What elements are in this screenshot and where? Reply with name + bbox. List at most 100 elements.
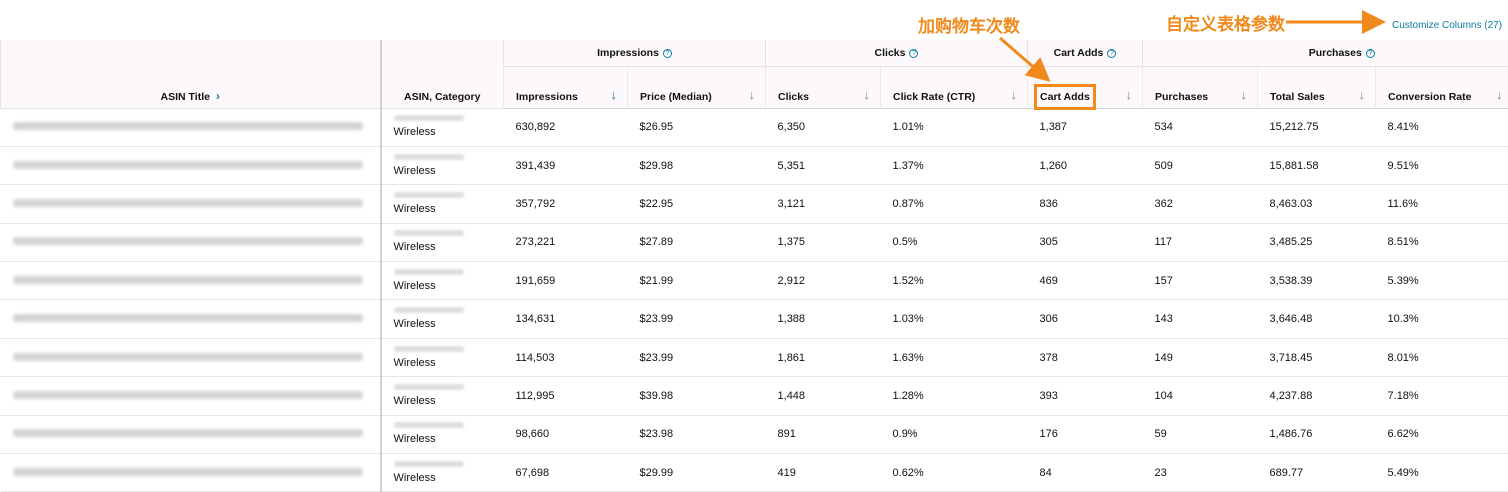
sort-down-icon[interactable]: ↓: [1241, 87, 1248, 102]
asin-title-cell[interactable]: [0, 184, 382, 224]
cell-conversion: 9.51%: [1375, 146, 1508, 186]
asin-title-cell[interactable]: [0, 108, 382, 147]
cell-price: $29.98: [627, 146, 766, 186]
asin-title-cell[interactable]: [0, 415, 382, 455]
asin-title-cell[interactable]: [0, 338, 382, 378]
customize-columns-link[interactable]: Customize Columns (27): [1392, 20, 1502, 31]
redacted-asin: [393, 383, 464, 390]
cell-price: $29.99: [627, 453, 766, 492]
group-impressions: Impressions?: [502, 40, 766, 67]
sort-down-icon[interactable]: ↓: [1126, 87, 1133, 102]
cell-clicks: 5,351: [765, 146, 881, 186]
cell-ctr: 1.03%: [880, 299, 1028, 339]
redacted-title: [12, 122, 363, 131]
cell-purchases: 157: [1142, 261, 1258, 301]
redacted-asin: [393, 268, 464, 275]
sort-down-icon[interactable]: ↓: [864, 87, 871, 102]
col-total-sales[interactable]: Total Sales ↓: [1257, 66, 1376, 109]
asin-title-cell[interactable]: [0, 376, 382, 416]
cell-impressions: 114,503: [503, 338, 628, 378]
asin-title-cell[interactable]: [0, 453, 382, 492]
cell-purchases: 59: [1142, 415, 1258, 455]
table-row[interactable]: Wireless 630,892 $26.95 6,350 1.01% 1,387 534 1…: [0, 108, 1508, 147]
col-cart-adds[interactable]: Cart Adds ↓: [1027, 66, 1143, 109]
cell-price: $21.99: [627, 261, 766, 301]
annotation-cart-adds: 加购物车次数: [918, 17, 1020, 37]
table-row[interactable]: Wireless 191,659 $21.99 2,912 1.52% 469 157 3,5…: [0, 261, 1508, 301]
cell-impressions: 191,659: [503, 261, 628, 301]
asin-category-cell: Wireless: [380, 146, 504, 186]
asin-title-cell[interactable]: [0, 299, 382, 339]
table-row[interactable]: Wireless 273,221 $27.89 1,375 0.5% 305 117 3,48…: [0, 223, 1508, 263]
cell-clicks: 419: [765, 453, 881, 492]
cell-ctr: 0.9%: [880, 415, 1028, 455]
info-icon[interactable]: ?: [1365, 48, 1375, 58]
redacted-title: [12, 275, 363, 284]
chevron-right-icon[interactable]: ›: [216, 89, 220, 103]
redacted-title: [12, 352, 363, 361]
cell-total-sales: 689.77: [1257, 453, 1376, 492]
table-row[interactable]: Wireless 98,660 $23.98 891 0.9% 176 59 1,486.76…: [0, 415, 1508, 455]
asin-title-cell[interactable]: [0, 223, 382, 263]
cell-purchases: 23: [1142, 453, 1258, 492]
redacted-asin: [393, 307, 464, 314]
info-icon[interactable]: ?: [662, 48, 672, 58]
cell-impressions: 273,221: [503, 223, 628, 263]
cell-price: $23.98: [627, 415, 766, 455]
asin-title-cell[interactable]: [0, 261, 382, 301]
info-icon[interactable]: ?: [1107, 48, 1117, 58]
cell-cart-adds: 393: [1027, 376, 1143, 416]
cell-purchases: 143: [1142, 299, 1258, 339]
cell-impressions: 134,631: [503, 299, 628, 339]
search-query-table: ASIN Title › ASIN, Category Impressions? …: [0, 40, 1508, 492]
table-row[interactable]: Wireless 391,439 $29.98 5,351 1.37% 1,260 509 1…: [0, 146, 1508, 186]
cell-impressions: 630,892: [503, 108, 628, 147]
table-row[interactable]: Wireless 112,995 $39.98 1,448 1.28% 393 104 4,2…: [0, 376, 1508, 416]
asin-title-cell[interactable]: [0, 146, 382, 186]
asin-category-cell: Wireless: [380, 223, 504, 263]
cell-clicks: 1,375: [765, 223, 881, 263]
cell-ctr: 1.28%: [880, 376, 1028, 416]
sort-down-icon[interactable]: ↓: [749, 87, 756, 102]
cell-impressions: 98,660: [503, 415, 628, 455]
col-clicks[interactable]: Clicks ↓: [765, 66, 881, 109]
cell-ctr: 1.37%: [880, 146, 1028, 186]
asin-category-cell: Wireless: [380, 299, 504, 339]
info-icon[interactable]: ?: [909, 48, 919, 58]
cell-purchases: 509: [1142, 146, 1258, 186]
cell-ctr: 0.87%: [880, 184, 1028, 224]
sort-down-icon[interactable]: ↓: [1359, 87, 1366, 102]
cell-cart-adds: 836: [1027, 184, 1143, 224]
col-purchases[interactable]: Purchases ↓: [1142, 66, 1258, 109]
redacted-asin: [393, 460, 464, 467]
cell-clicks: 1,448: [765, 376, 881, 416]
sort-down-icon[interactable]: ↓: [611, 87, 618, 102]
cell-clicks: 2,912: [765, 261, 881, 301]
col-conversion-rate[interactable]: Conversion Rate ↓: [1375, 66, 1508, 109]
col-click-rate[interactable]: Click Rate (CTR) ↓: [880, 66, 1028, 109]
redacted-asin: [393, 345, 464, 352]
col-asin-title[interactable]: ASIN Title ›: [0, 40, 382, 109]
table-row[interactable]: Wireless 134,631 $23.99 1,388 1.03% 306 143 3,6…: [0, 299, 1508, 339]
cell-cart-adds: 1,260: [1027, 146, 1143, 186]
cell-cart-adds: 378: [1027, 338, 1143, 378]
cell-purchases: 104: [1142, 376, 1258, 416]
cell-conversion: 10.3%: [1375, 299, 1508, 339]
col-price-median[interactable]: Price (Median) ↓: [626, 66, 766, 109]
table-row[interactable]: Wireless 357,792 $22.95 3,121 0.87% 836 362 8,4…: [0, 184, 1508, 224]
sort-down-icon[interactable]: ↓: [1496, 87, 1503, 102]
table-row[interactable]: Wireless 114,503 $23.99 1,861 1.63% 378 149 3,7…: [0, 338, 1508, 378]
cell-cart-adds: 306: [1027, 299, 1143, 339]
cell-total-sales: 8,463.03: [1257, 184, 1376, 224]
cell-conversion: 8.51%: [1375, 223, 1508, 263]
cell-purchases: 149: [1142, 338, 1258, 378]
asin-category-cell: Wireless: [380, 453, 504, 492]
cell-conversion: 8.41%: [1375, 108, 1508, 147]
cell-impressions: 112,995: [503, 376, 628, 416]
cell-price: $26.95: [627, 108, 766, 147]
sort-down-icon[interactable]: ↓: [1011, 87, 1018, 102]
group-cart-adds: Cart Adds?: [1027, 40, 1143, 67]
asin-category-cell: Wireless: [380, 338, 504, 378]
col-impressions[interactable]: Impressions ↓: [503, 66, 628, 109]
table-row[interactable]: Wireless 67,698 $29.99 419 0.62% 84 23 689.77 5.…: [0, 453, 1508, 492]
